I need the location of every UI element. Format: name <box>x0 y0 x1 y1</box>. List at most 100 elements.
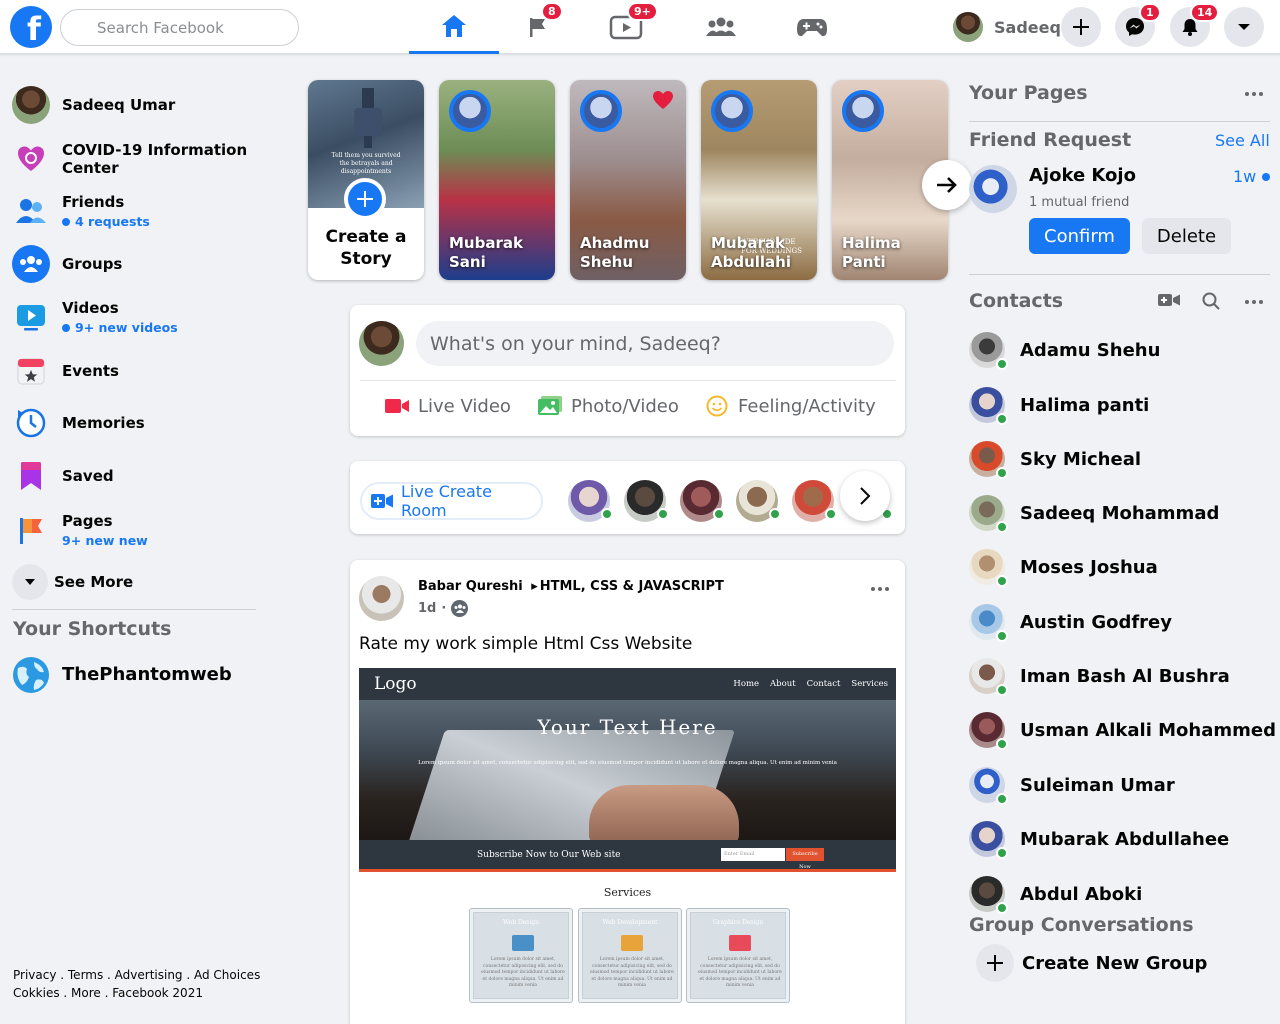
online-indicator <box>996 413 1008 425</box>
contact-item[interactable]: Adamu Shehu <box>969 332 1160 370</box>
create-button[interactable] <box>1061 7 1101 47</box>
post-image[interactable]: Logo Home About Contact Services Your Te… <box>359 668 896 1024</box>
lamp-icon <box>354 88 382 148</box>
post-group[interactable]: HTML, CSS & JAVASCRIPT <box>540 579 724 594</box>
contact-item[interactable]: Sky Micheal <box>969 441 1141 479</box>
contact-item[interactable]: Suleiman Umar <box>969 767 1175 805</box>
sidebar-see-more[interactable]: See More <box>12 564 133 600</box>
contact-item[interactable]: Iman Bash Al Bushra <box>969 658 1230 696</box>
sidebar-item-label: Saved <box>62 467 114 485</box>
avatar <box>969 712 1008 750</box>
tab-pages[interactable]: 8 <box>493 0 583 54</box>
story-author: Halima Panti <box>842 234 901 271</box>
avatar[interactable] <box>969 165 1017 213</box>
online-indicator <box>713 508 725 520</box>
mockup-nav-links: Home About Contact Services <box>722 679 888 689</box>
avatar <box>969 876 1008 914</box>
create-new-group-label: Create New Group <box>1022 952 1208 974</box>
feeling-activity-button[interactable]: Feeling/Activity <box>705 389 876 423</box>
post-meta: 1d · <box>418 600 469 617</box>
search-input[interactable] <box>60 9 299 46</box>
avatar <box>969 387 1008 425</box>
story-card[interactable]: Ahadmu Shehu <box>570 80 686 280</box>
more-icon[interactable] <box>1245 300 1263 304</box>
contact-item[interactable]: Austin Godfrey <box>969 604 1172 642</box>
messenger-button[interactable]: 1 <box>1115 3 1161 47</box>
stories-next-button[interactable] <box>922 160 972 210</box>
bookmark-icon <box>12 457 50 495</box>
more-icon[interactable] <box>871 587 889 591</box>
account-menu-button[interactable] <box>1224 7 1264 47</box>
create-new-group-button[interactable]: Create New Group <box>976 944 1207 982</box>
sidebar-item-groups[interactable]: Groups <box>12 245 122 283</box>
notifications-badge: 14 <box>1190 3 1220 22</box>
mockup-subscribe-bar: Subscribe Now to Our Web site Enter Emai… <box>359 840 896 872</box>
post-time[interactable]: 1d <box>418 601 436 616</box>
shortcut-item[interactable]: ThePhantomweb <box>12 656 232 694</box>
contact-item[interactable]: Abdul Aboki <box>969 876 1143 914</box>
live-video-button[interactable]: Live Video <box>385 389 511 423</box>
see-all-link[interactable]: See All <box>1215 131 1270 150</box>
gaming-icon <box>797 19 827 37</box>
photo-video-button[interactable]: Photo/Video <box>538 389 679 423</box>
notifications-button[interactable]: 14 <box>1170 3 1220 47</box>
sidebar-item-covid[interactable]: COVID-19 Information Center <box>12 140 252 178</box>
story-author: Mubarak Abdullahi <box>711 234 791 271</box>
story-card[interactable]: WEBSHOP IDE FOR WEDDINGS Mubarak Abdulla… <box>701 80 817 280</box>
online-indicator <box>825 508 837 520</box>
post-author[interactable]: Babar Qureshi <box>418 579 523 594</box>
contact-item[interactable]: Sadeeq Mohammad <box>969 495 1220 533</box>
mockup-services-title: Services <box>603 886 652 899</box>
avatar <box>12 86 50 124</box>
avatar <box>969 441 1008 479</box>
footer-links[interactable]: Privacy . Terms . Advertising . Ad Choic… <box>13 966 268 1002</box>
sidebar-item-videos[interactable]: Videos 9+ new videos <box>12 298 178 336</box>
rooms-next-button[interactable] <box>840 471 890 521</box>
contact-item[interactable]: Halima panti <box>969 387 1149 425</box>
delete-button[interactable]: Delete <box>1142 218 1231 254</box>
create-story-card[interactable]: Tell them you survived the betrayals and… <box>308 80 424 280</box>
story-author: Mubarak Sani <box>449 234 523 271</box>
mockup-service-title: Web Design <box>502 919 540 926</box>
sidebar-item-pages[interactable]: Pages 9+ new new <box>12 511 148 549</box>
top-navbar: f 8 9+ Sadeeq 1 14 <box>0 0 1280 54</box>
profile-link[interactable]: Sadeeq <box>942 10 1061 44</box>
contact-item[interactable]: Mubarak Abdullahee <box>969 821 1229 859</box>
avatar <box>969 604 1008 642</box>
tab-groups[interactable] <box>676 0 766 54</box>
video-room-icon[interactable] <box>1158 292 1180 308</box>
plus-icon <box>1073 19 1089 35</box>
online-indicator <box>996 521 1008 533</box>
avatar[interactable] <box>359 576 404 621</box>
sidebar-item-label: Friends <box>62 193 125 211</box>
sidebar-item-memories[interactable]: Memories <box>12 404 145 442</box>
sidebar-item-profile[interactable]: Sadeeq Umar <box>12 86 175 124</box>
groups-icon <box>706 17 736 36</box>
tab-watch[interactable]: 9+ <box>581 0 671 54</box>
request-name[interactable]: Ajoke Kojo <box>1029 165 1136 186</box>
covid-heart-icon <box>12 140 50 178</box>
facebook-logo[interactable]: f <box>10 6 52 48</box>
confirm-button[interactable]: Confirm <box>1029 218 1130 254</box>
contact-name: Sadeeq Mohammad <box>1020 502 1220 524</box>
search-icon[interactable] <box>1202 292 1220 310</box>
sidebar-item-friends[interactable]: Friends 4 requests <box>12 192 150 230</box>
contact-name: Abdul Aboki <box>1020 883 1143 905</box>
composer-input[interactable] <box>416 321 894 366</box>
clock-icon <box>12 404 50 442</box>
tab-home[interactable] <box>409 0 499 54</box>
profile-name: Sadeeq <box>994 17 1061 37</box>
mockup-logo: Logo <box>374 674 417 694</box>
more-icon[interactable] <box>1245 92 1263 96</box>
sidebar-item-saved[interactable]: Saved <box>12 457 114 495</box>
sidebar-item-events[interactable]: Events <box>12 352 119 390</box>
story-card[interactable]: Mubarak Sani <box>439 80 555 280</box>
create-room-button[interactable]: Live Create Room <box>360 482 543 520</box>
avatar <box>359 321 404 366</box>
tab-gaming[interactable] <box>767 0 857 54</box>
contact-item[interactable]: Usman Alkali Mohammed <box>969 712 1276 750</box>
contact-item[interactable]: Moses Joshua <box>969 549 1158 587</box>
avatar <box>969 332 1008 370</box>
mockup-hero-title: Your Text Here <box>537 715 718 739</box>
add-story-button[interactable] <box>344 178 386 220</box>
